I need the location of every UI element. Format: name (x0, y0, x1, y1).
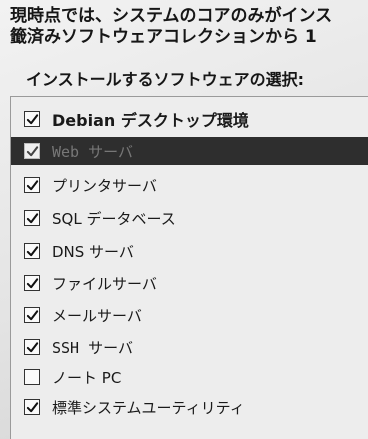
task-checkbox[interactable] (24, 143, 40, 159)
task-item-ssh-server[interactable]: SSH サーバ (11, 333, 368, 361)
task-item-file-server[interactable]: ファイルサーバ (11, 269, 368, 297)
task-item-standard-utilities[interactable]: 標準システムユーティリティ (11, 393, 368, 421)
task-label: ファイルサーバ (52, 274, 157, 293)
task-checkbox[interactable] (24, 111, 40, 127)
installer-screen: 現時点では、システムのコアのみがインス 籤済みソフトウェアコレクションから 1 … (0, 0, 368, 439)
task-checkbox[interactable] (24, 177, 40, 193)
task-item-mail-server[interactable]: メールサーバ (11, 301, 368, 329)
task-item-laptop[interactable]: ノート PC (11, 363, 368, 391)
task-label: プリンタサーバ (52, 176, 157, 195)
checkmark-icon (26, 277, 38, 288)
task-checkbox[interactable] (24, 210, 40, 226)
checkmark-icon (26, 341, 38, 352)
checkmark-icon (26, 113, 38, 124)
checkmark-icon (26, 179, 38, 190)
task-item-desktop[interactable]: Debian デスクトップ環境 (11, 105, 368, 133)
task-label: SQL データベース (52, 209, 176, 228)
task-checkbox[interactable] (24, 243, 40, 259)
task-label: SSH サーバ (52, 338, 133, 357)
task-checkbox[interactable] (24, 369, 40, 385)
software-selection-list[interactable]: Debian デスクトップ環境 Web サーバ プリンタサーバ SQL データベ… (10, 96, 368, 439)
task-item-sql-database[interactable]: SQL データベース (11, 204, 368, 232)
task-checkbox[interactable] (24, 275, 40, 291)
task-item-dns-server[interactable]: DNS サーバ (11, 237, 368, 265)
task-item-web-server[interactable]: Web サーバ (11, 137, 368, 165)
checkmark-icon (26, 401, 38, 412)
checkmark-icon (26, 309, 38, 320)
selection-prompt: インストールするソフトウェアの選択: (26, 70, 305, 89)
checkmark-icon (26, 212, 38, 223)
intro-line-1: 現時点では、システムのコアのみがインス (10, 6, 333, 26)
task-label: DNS サーバ (52, 242, 134, 261)
task-label: Web サーバ (52, 142, 133, 161)
task-label: 標準システムユーティリティ (52, 398, 245, 417)
checkmark-icon (26, 245, 38, 256)
task-label: メールサーバ (52, 306, 142, 325)
task-label: ノート PC (52, 368, 122, 387)
task-checkbox[interactable] (24, 339, 40, 355)
checkmark-icon (26, 145, 38, 156)
intro-text: 現時点では、システムのコアのみがインス 籤済みソフトウェアコレクションから 1 (10, 6, 368, 48)
task-checkbox[interactable] (24, 399, 40, 415)
task-checkbox[interactable] (24, 307, 40, 323)
task-item-print-server[interactable]: プリンタサーバ (11, 171, 368, 199)
intro-line-2: 籤済みソフトウェアコレクションから 1 (10, 27, 317, 47)
task-label: Debian デスクトップ環境 (52, 111, 249, 130)
